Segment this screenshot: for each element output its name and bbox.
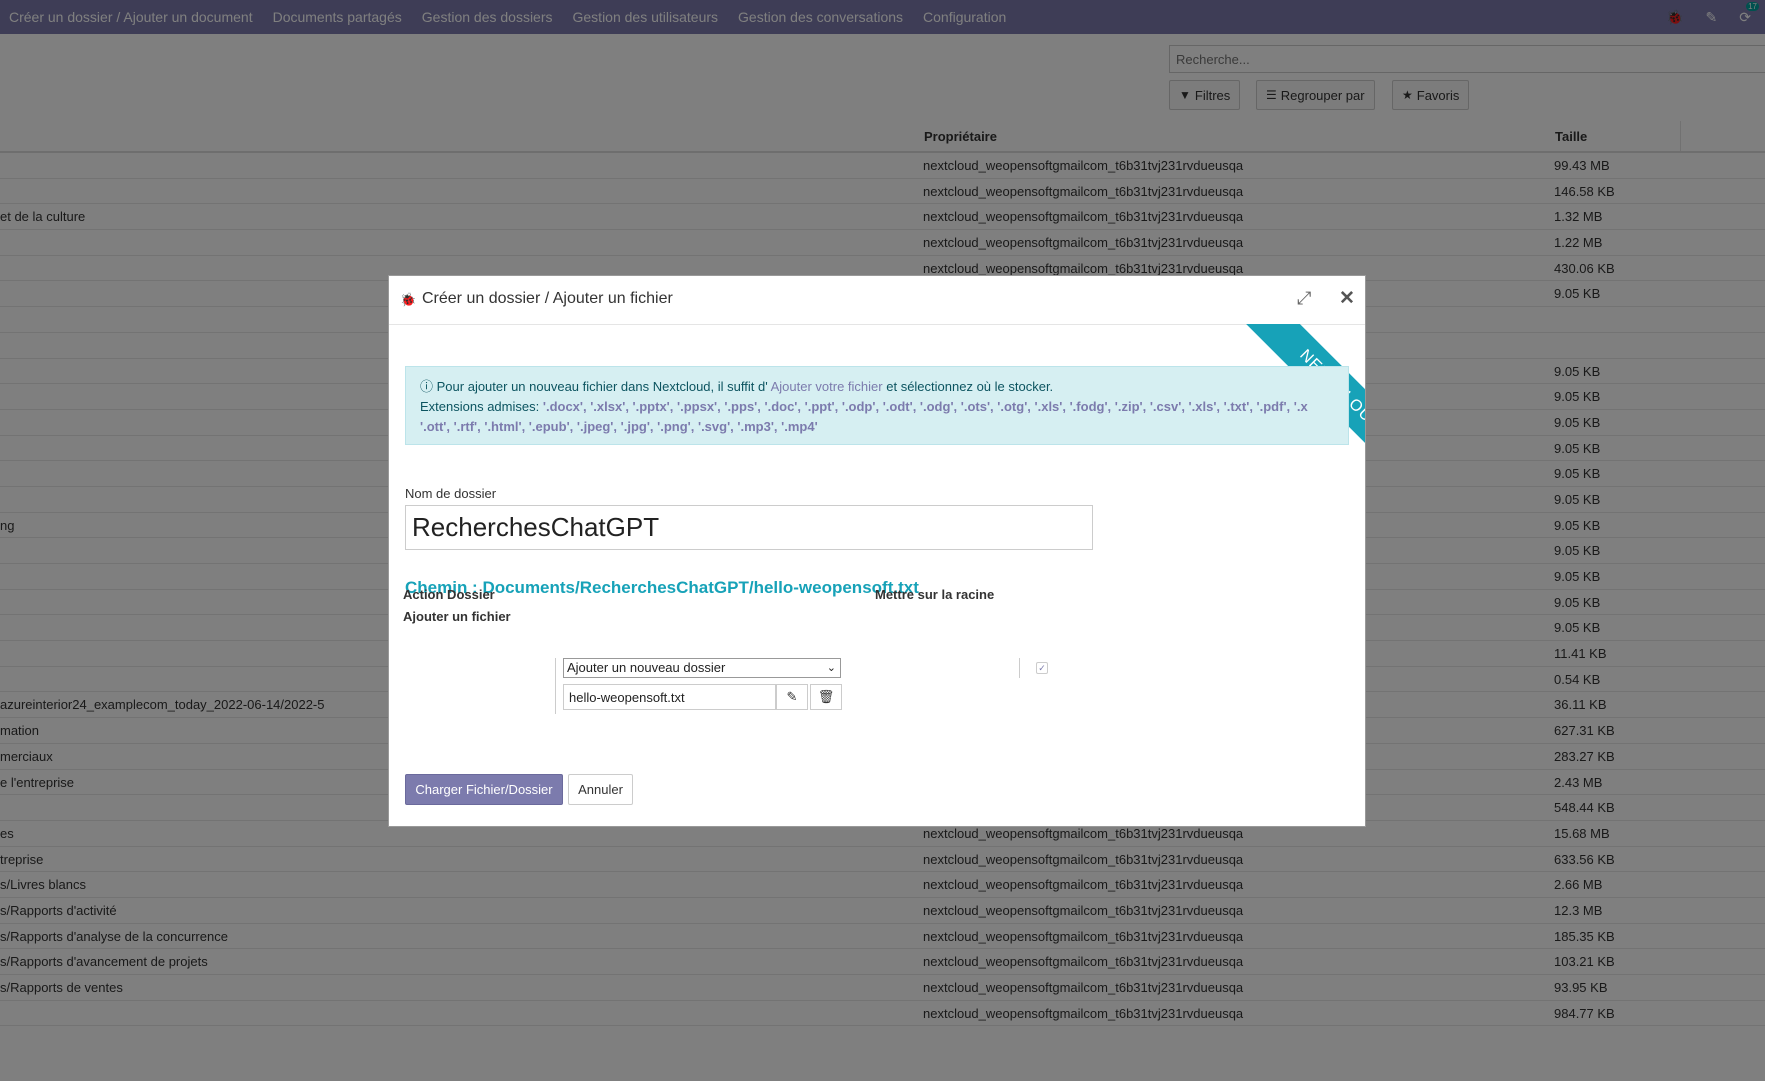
alert-text-after: et sélectionnez où le stocker. [886, 379, 1054, 394]
bug-icon: 🐞 [400, 292, 417, 307]
root-label: Mettre sur la racine [875, 587, 995, 602]
edit-file-button[interactable]: ✎ [776, 684, 808, 710]
info-icon: ⓘ [420, 379, 434, 394]
folder-name-label: Nom de dossier [405, 486, 497, 501]
info-alert: ⓘ Pour ajouter un nouveau fichier dans N… [405, 366, 1349, 445]
cancel-button[interactable]: Annuler [568, 774, 633, 805]
expand-icon[interactable]: ⤢ [1297, 288, 1311, 309]
close-icon[interactable]: ✕ [1339, 287, 1355, 310]
root-checkbox[interactable]: ✓ [1036, 662, 1048, 674]
action-folder-value: Ajouter un nouveau dossier [567, 660, 726, 675]
alert-text-before: Pour ajouter un nouveau fichier dans Nex… [436, 379, 768, 394]
action-folder-select[interactable]: Ajouter un nouveau dossier ⌄ [563, 658, 841, 678]
alert-line-1: ⓘ Pour ajouter un nouveau fichier dans N… [420, 377, 1334, 397]
field-divider [555, 658, 556, 714]
extensions-list-2: '.ott', '.rtf', '.html', '.epub', '.jpeg… [420, 419, 818, 434]
field-divider-2 [1019, 658, 1020, 678]
delete-file-button[interactable]: 🗑 [810, 684, 842, 710]
alert-line-3: '.ott', '.rtf', '.html', '.epub', '.jpeg… [420, 417, 1334, 437]
add-file-link[interactable]: Ajouter votre fichier [771, 379, 883, 394]
alert-line-2: Extensions admises: '.docx', '.xlsx', '.… [420, 397, 1334, 417]
file-name-input[interactable] [563, 684, 776, 710]
chevron-down-icon: ⌄ [826, 662, 836, 674]
pencil-icon: ✎ [786, 689, 798, 704]
trash-icon: 🗑 [817, 689, 835, 704]
folder-name-input[interactable] [405, 505, 1093, 550]
extensions-list: '.docx', '.xlsx', '.pptx', '.ppsx', '.pp… [542, 399, 1308, 414]
dialog-header: 🐞 Créer un dossier / Ajouter un fichier … [389, 276, 1365, 325]
create-folder-dialog: 🐞 Créer un dossier / Ajouter un fichier … [388, 275, 1366, 827]
action-folder-label: Action Dossier [403, 587, 495, 602]
dialog-title: Créer un dossier / Ajouter un fichier [422, 290, 673, 307]
add-file-label: Ajouter un fichier [403, 609, 511, 624]
upload-button[interactable]: Charger Fichier/Dossier [405, 774, 563, 805]
extensions-label: Extensions admises: [420, 399, 540, 414]
